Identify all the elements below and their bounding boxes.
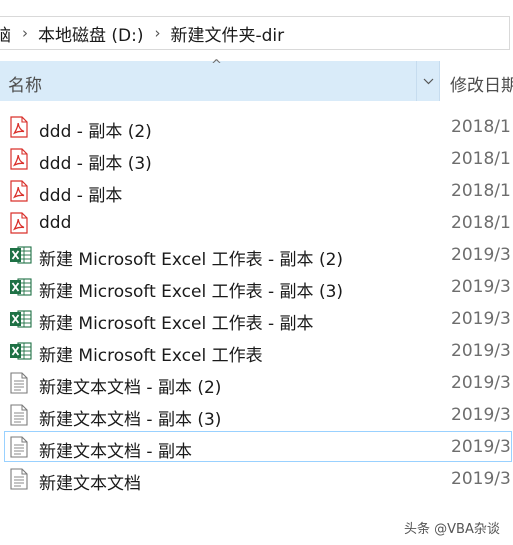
file-row[interactable]: 新建 Microsoft Excel 工作表 - 副本 (2) 2019/3 <box>4 239 512 270</box>
excel-file-icon <box>10 308 32 330</box>
chevron-down-icon <box>423 78 434 84</box>
file-name: 新建 Microsoft Excel 工作表 - 副本 (2) <box>39 250 344 270</box>
file-row[interactable]: 新建 Microsoft Excel 工作表 - 副本 2019/3 <box>4 303 512 334</box>
file-name: 新建 Microsoft Excel 工作表 - 副本 <box>39 314 314 334</box>
watermark-text: 头条 @VBA杂谈 <box>404 522 500 537</box>
breadcrumb-item-computer[interactable]: 脑 <box>0 21 13 46</box>
pdf-file-icon <box>10 212 28 234</box>
file-name: 新建文本文档 <box>39 474 141 494</box>
file-modified-date: 2018/1 <box>451 181 511 201</box>
file-name: ddd - 副本 (2) <box>39 122 152 142</box>
sort-ascending-icon: ^ <box>211 58 222 73</box>
column-header-bar: ^ 名称 修改日期 <box>0 58 513 101</box>
breadcrumb-item-drive[interactable]: 本地磁盘 (D:) <box>36 21 146 46</box>
chevron-right-icon[interactable]: › <box>13 24 36 42</box>
column-filter-dropdown[interactable] <box>416 61 440 101</box>
column-header-name[interactable]: ^ 名称 <box>0 58 440 101</box>
excel-file-icon <box>10 340 32 362</box>
file-name: 新建文本文档 - 副本 (3) <box>39 410 222 430</box>
file-row[interactable]: 新建文本文档 2019/3 <box>4 463 512 494</box>
file-row[interactable]: ddd - 副本 2018/1 <box>4 175 512 206</box>
file-name: 新建文本文档 - 副本 (2) <box>39 378 222 398</box>
pdf-file-icon <box>10 116 28 138</box>
file-modified-date: 2019/3 <box>451 469 511 489</box>
file-name: 新建 Microsoft Excel 工作表 <box>39 346 263 366</box>
pdf-file-icon <box>10 180 28 202</box>
chevron-right-icon[interactable]: › <box>146 24 169 42</box>
file-row[interactable]: ddd 2018/1 <box>4 207 512 238</box>
address-bar[interactable]: 脑 › 本地磁盘 (D:) › 新建文件夹-dir <box>0 16 510 50</box>
file-modified-date: 2019/3 <box>451 437 511 457</box>
file-name: ddd - 副本 <box>39 186 123 206</box>
file-modified-date: 2018/1 <box>451 117 511 137</box>
file-row[interactable]: ddd - 副本 (2) 2018/1 <box>4 111 512 142</box>
file-modified-date: 2018/1 <box>451 213 511 233</box>
file-row[interactable]: 新建文本文档 - 副本 2019/3 <box>4 431 512 462</box>
file-name: ddd - 副本 (3) <box>39 154 152 174</box>
excel-file-icon <box>10 276 32 298</box>
file-modified-date: 2019/3 <box>451 373 511 393</box>
file-modified-date: 2019/3 <box>451 309 511 329</box>
file-name: ddd <box>39 213 72 233</box>
excel-file-icon <box>10 244 32 266</box>
text-file-icon <box>10 436 28 458</box>
file-modified-date: 2019/3 <box>451 341 511 361</box>
column-header-name-label: 名称 <box>8 76 42 96</box>
breadcrumb-item-folder[interactable]: 新建文件夹-dir <box>169 21 287 46</box>
file-row[interactable]: 新建文本文档 - 副本 (3) 2019/3 <box>4 399 512 430</box>
file-name: 新建 Microsoft Excel 工作表 - 副本 (3) <box>39 282 344 302</box>
text-file-icon <box>10 372 28 394</box>
pdf-file-icon <box>10 148 28 170</box>
text-file-icon <box>10 404 28 426</box>
file-name: 新建文本文档 - 副本 <box>39 442 192 462</box>
file-modified-date: 2019/3 <box>451 277 511 297</box>
file-row[interactable]: 新建 Microsoft Excel 工作表 - 副本 (3) 2019/3 <box>4 271 512 302</box>
text-file-icon <box>10 468 28 490</box>
file-modified-date: 2019/3 <box>451 405 511 425</box>
file-row[interactable]: 新建 Microsoft Excel 工作表 2019/3 <box>4 335 512 366</box>
file-modified-date: 2019/3 <box>451 245 511 265</box>
column-header-date[interactable]: 修改日期 <box>450 71 513 96</box>
file-row[interactable]: ddd - 副本 (3) 2018/1 <box>4 143 512 174</box>
file-modified-date: 2018/1 <box>451 149 511 169</box>
file-row[interactable]: 新建文本文档 - 副本 (2) 2019/3 <box>4 367 512 398</box>
